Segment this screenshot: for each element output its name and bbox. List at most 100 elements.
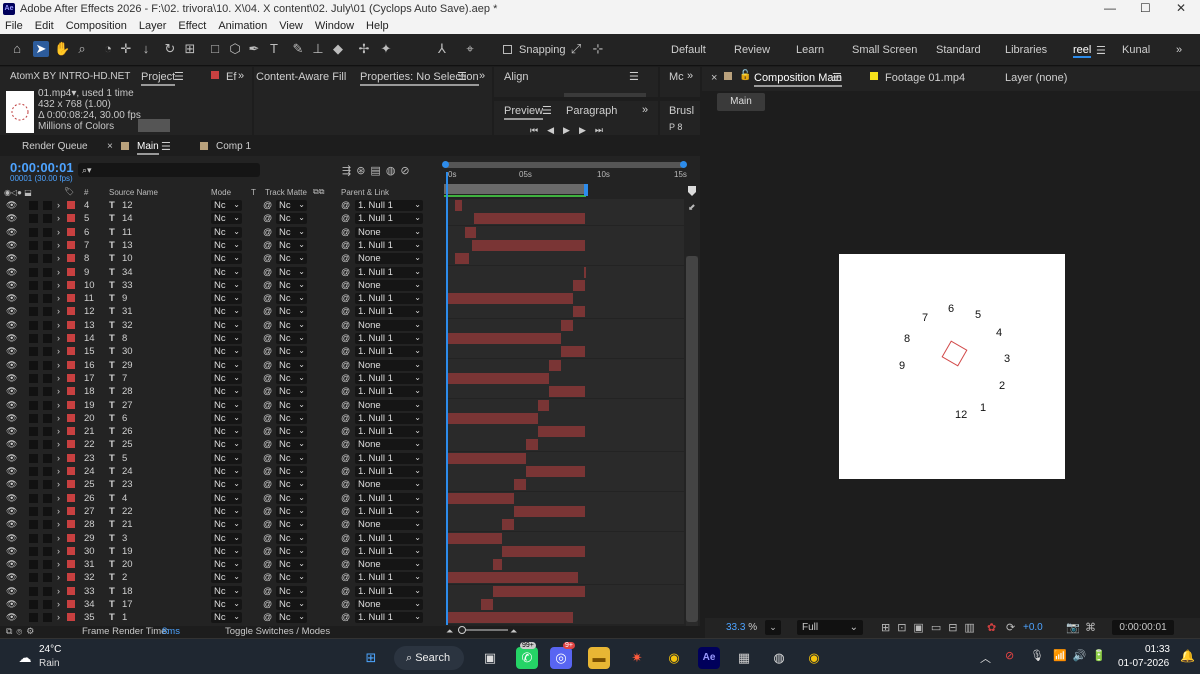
expand-chevron-icon[interactable]: › (57, 586, 60, 596)
track-matte-dropdown[interactable]: Nc ⌄ (276, 612, 307, 624)
visibility-eye-icon[interactable]: 👁 (6, 426, 17, 437)
mode-dropdown[interactable]: Nc ⌄ (211, 319, 242, 331)
parent-dropdown[interactable]: 1. Null 1 ⌄ (355, 426, 423, 438)
layer-name[interactable]: 17 (122, 599, 133, 610)
layer-name[interactable]: 1 (122, 612, 127, 623)
close-main-tab-icon[interactable]: × (107, 141, 113, 152)
layer-name[interactable]: 32 (122, 320, 133, 331)
weather-temp[interactable]: 24°C (39, 644, 61, 655)
parent-pickwhip-icon[interactable]: @ (341, 586, 350, 596)
track-matte-pickwhip-icon[interactable]: @ (263, 386, 272, 396)
timeline-switch-icons[interactable]: ⇶⊛▤◍⊘ (342, 164, 415, 177)
track-matte-pickwhip-icon[interactable]: @ (263, 227, 272, 237)
parent-dropdown[interactable]: 1. Null 1 ⌄ (355, 412, 423, 424)
track-matte-pickwhip-icon[interactable]: @ (263, 426, 272, 436)
parent-dropdown[interactable]: None ⌄ (355, 226, 423, 238)
menu-file[interactable]: File (5, 20, 23, 32)
audio-switch[interactable] (29, 520, 38, 530)
table-row[interactable]: 👁 › 23 T 5 Nc ⌄ @ Nc ⌄ @1. Null 1 ⌄ (0, 452, 442, 465)
label-color-swatch[interactable] (67, 400, 75, 409)
preview-tab[interactable]: Preview (504, 105, 544, 120)
rotate-tool-icon[interactable]: ↻ (162, 41, 178, 57)
layer-name[interactable]: 8 (122, 333, 127, 344)
current-time[interactable]: 0:00:00:01 (10, 160, 74, 175)
lock-switch[interactable] (43, 560, 52, 570)
layer-name[interactable]: 28 (122, 386, 133, 397)
expand-chevron-icon[interactable]: › (57, 280, 60, 290)
expand-chevron-icon[interactable]: › (57, 599, 60, 609)
visibility-eye-icon[interactable]: 👁 (6, 213, 17, 224)
color-channel-icon[interactable]: ✿ (987, 621, 996, 634)
label-color-swatch[interactable] (67, 214, 75, 223)
layer-duration-bar[interactable] (448, 333, 562, 344)
table-row[interactable]: 👁 › 13 T 32 Nc ⌄ @ Nc ⌄ @ None ⌄ (0, 319, 442, 332)
track-matte-pickwhip-icon[interactable]: @ (263, 320, 272, 330)
whatsapp-icon[interactable]: ✆ (516, 647, 538, 669)
chrome-profile-icon[interactable]: ◉ (803, 647, 825, 669)
parent-pickwhip-icon[interactable]: @ (341, 479, 350, 489)
align-tab[interactable]: Align (504, 71, 528, 83)
mode-dropdown[interactable]: Nc ⌄ (211, 372, 242, 384)
track-matte-dropdown[interactable]: Nc ⌄ (276, 279, 307, 291)
label-color-swatch[interactable] (67, 613, 75, 622)
visibility-eye-icon[interactable]: 👁 (6, 346, 17, 357)
home-icon[interactable]: ⌂ (9, 41, 25, 57)
lock-switch[interactable] (43, 347, 52, 357)
table-row[interactable]: 👁 › 7 T 13 Nc ⌄ @ Nc ⌄ @1. Null 1 ⌄ (0, 239, 442, 252)
layer-name[interactable]: 12 (122, 200, 133, 211)
table-row[interactable]: 👁 › 8 T 10 Nc ⌄ @ Nc ⌄ @ None ⌄ (0, 252, 442, 265)
lock-switch[interactable] (43, 573, 52, 583)
layer-name[interactable]: 6 (122, 413, 127, 424)
visibility-eye-icon[interactable]: 👁 (6, 360, 17, 371)
audio-switch[interactable] (29, 307, 38, 317)
track-matte-pickwhip-icon[interactable]: @ (263, 240, 272, 250)
expand-chevron-icon[interactable]: › (57, 546, 60, 556)
layer-duration-bar[interactable] (448, 293, 574, 305)
track-matte-dropdown[interactable]: Nc ⌄ (276, 439, 307, 451)
layer-viewer-tab[interactable]: Layer (none) (1005, 72, 1067, 84)
visibility-eye-icon[interactable]: 👁 (6, 320, 17, 331)
parent-pickwhip-icon[interactable]: @ (341, 293, 350, 303)
visibility-eye-icon[interactable]: 👁 (6, 400, 17, 411)
track-matte-pickwhip-icon[interactable]: @ (263, 400, 272, 410)
label-color-swatch[interactable] (67, 267, 75, 276)
table-row[interactable]: 👁 › 28 T 21 Nc ⌄ @ Nc ⌄ @ None ⌄ (0, 518, 442, 531)
visibility-eye-icon[interactable]: 👁 (6, 413, 17, 424)
start-icon[interactable]: ⊞ (360, 647, 382, 669)
weather-icon[interactable]: ☁ (14, 647, 36, 669)
layer-name[interactable]: 13 (122, 240, 133, 251)
track-matte-dropdown[interactable]: Nc ⌄ (276, 519, 307, 531)
clock-time[interactable]: 01:33 (1122, 644, 1170, 655)
visibility-eye-icon[interactable]: 👁 (6, 227, 17, 238)
lock-switch[interactable] (43, 201, 52, 210)
timeline-scrollbar[interactable] (686, 256, 698, 626)
parent-pickwhip-icon[interactable]: @ (341, 466, 350, 476)
parent-dropdown[interactable]: None ⌄ (355, 439, 423, 451)
expand-chevron-icon[interactable]: › (57, 267, 60, 277)
discord-icon[interactable]: ◎ (550, 647, 572, 669)
table-row[interactable]: 👁 › 18 T 28 Nc ⌄ @ Nc ⌄ @1. Null 1 ⌄ (0, 385, 442, 398)
audio-switch[interactable] (29, 533, 38, 543)
layer-duration-bar[interactable] (448, 452, 526, 464)
label-color-swatch[interactable] (67, 387, 75, 396)
mode-dropdown[interactable]: Nc ⌄ (211, 386, 242, 398)
parent-pickwhip-icon[interactable]: @ (341, 320, 350, 330)
close-button[interactable]: ✕ (1176, 1, 1186, 15)
audio-switch[interactable] (29, 586, 38, 596)
mode-dropdown[interactable]: Nc ⌄ (211, 293, 242, 305)
layer-name[interactable]: 19 (122, 546, 133, 557)
label-color-swatch[interactable] (67, 546, 75, 555)
label-color-swatch[interactable] (67, 533, 75, 542)
selection-tool-icon[interactable]: ➤ (33, 41, 49, 57)
layer-duration-bar[interactable] (573, 279, 585, 291)
table-row[interactable]: 👁 › 4 T 12 Nc ⌄ @ Nc ⌄ @1. Null 1 ⌄ (0, 199, 442, 212)
table-row[interactable]: 👁 › 24 T 24 Nc ⌄ @ Nc ⌄ @1. Null 1 ⌄ (0, 465, 442, 478)
audio-switch[interactable] (29, 294, 38, 304)
expand-chevron-icon[interactable]: › (57, 373, 60, 383)
track-matte-dropdown[interactable]: Nc ⌄ (276, 359, 307, 371)
toggle-switches-button[interactable]: Toggle Switches / Modes (225, 626, 330, 637)
track-matte-dropdown[interactable]: Nc ⌄ (276, 599, 307, 610)
layer-name[interactable]: 20 (122, 559, 133, 570)
audio-switch[interactable] (29, 427, 38, 437)
parent-pickwhip-icon[interactable]: @ (341, 533, 350, 543)
